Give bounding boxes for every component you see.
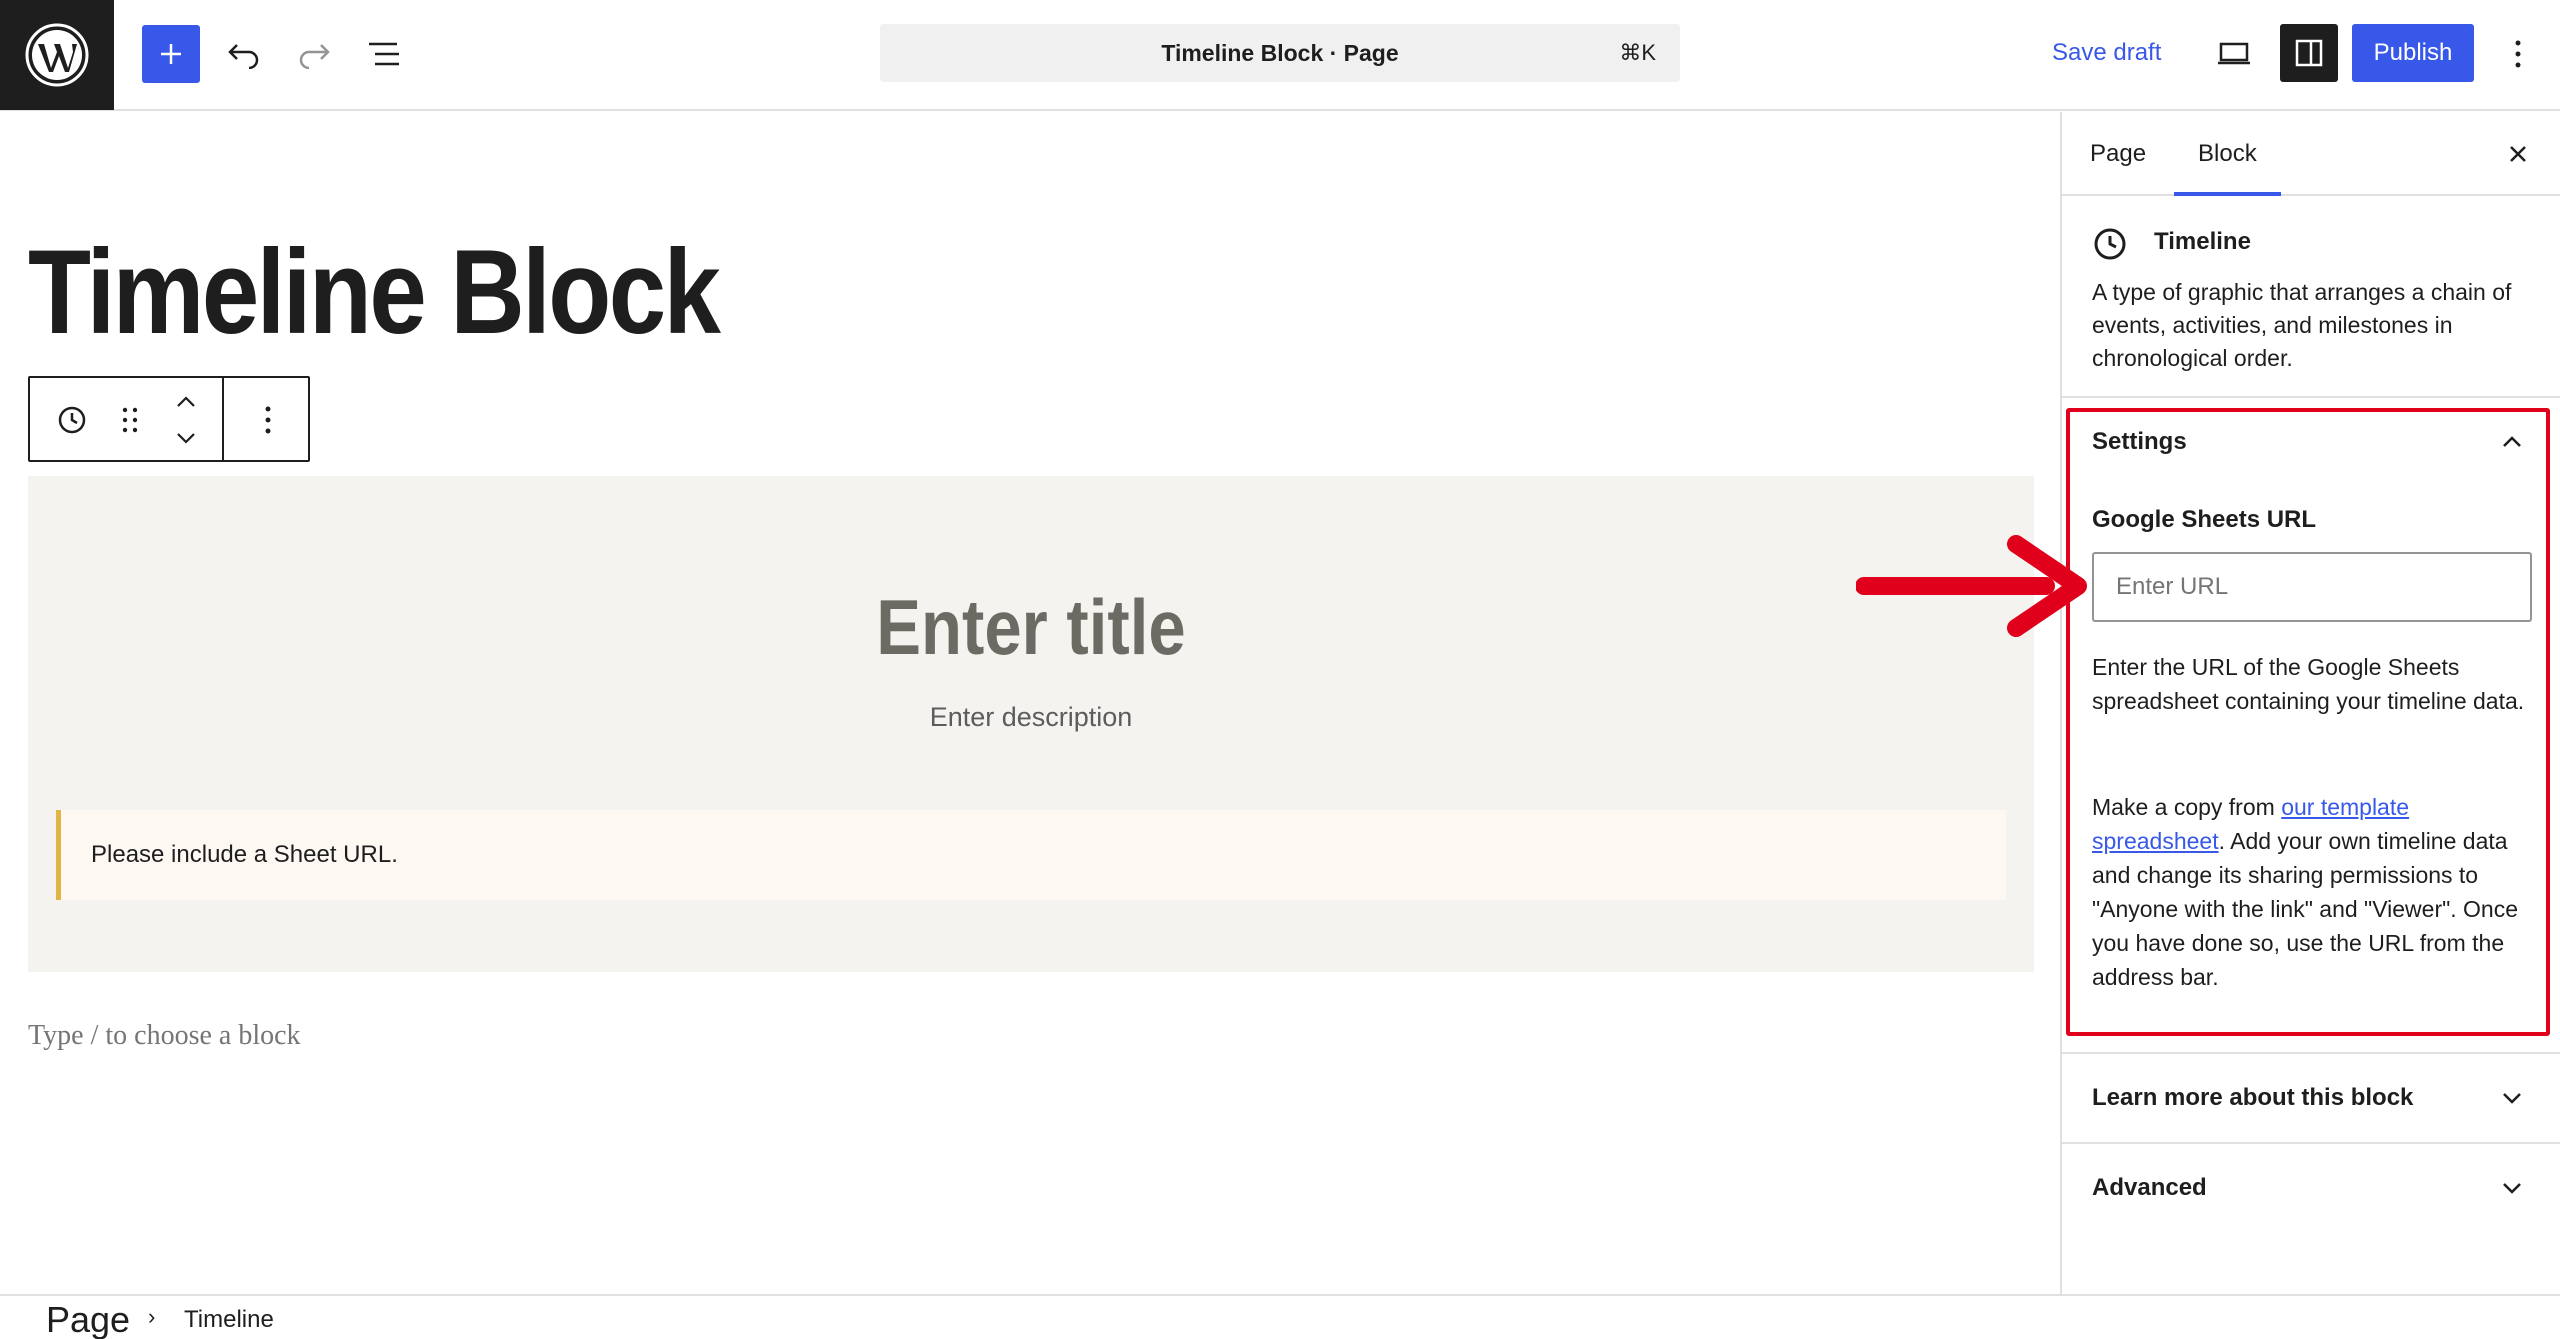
move-down-button[interactable]	[164, 422, 208, 454]
options-button[interactable]	[2490, 26, 2546, 82]
tab-block[interactable]: Block	[2174, 112, 2281, 196]
breadcrumb-item[interactable]: Timeline	[184, 1306, 274, 1334]
settings-panel: Settings Google Sheets URL Enter the URL…	[2062, 400, 2560, 1046]
chevron-up-icon	[177, 396, 195, 407]
learn-more-panel-title: Learn more about this block	[2092, 1084, 2414, 1111]
block-options-button[interactable]	[246, 398, 290, 442]
template-help-prefix: Make a copy from	[2092, 794, 2282, 820]
command-shortcut: ⌘K	[1619, 40, 1656, 65]
add-block-button[interactable]	[142, 25, 200, 83]
desktop-icon	[2218, 42, 2250, 65]
preview-button[interactable]	[2206, 26, 2262, 82]
list-view-icon	[369, 42, 399, 66]
wordpress-logo-icon[interactable]	[0, 0, 114, 110]
undo-icon	[228, 44, 259, 69]
google-sheets-url-label: Google Sheets URL	[2092, 506, 2317, 533]
sidebar-icon	[2295, 39, 2323, 67]
close-icon	[2510, 146, 2526, 162]
settings-toggle-button[interactable]	[2280, 24, 2338, 82]
tab-page[interactable]: Page	[2090, 112, 2146, 196]
learn-more-panel[interactable]: Learn more about this block	[2062, 1052, 2560, 1140]
block-card-title: Timeline	[2154, 228, 2251, 255]
redo-icon	[299, 44, 330, 69]
block-appender[interactable]: Type / to choose a block	[28, 1020, 301, 1052]
collapse-settings-button[interactable]	[2490, 420, 2534, 464]
block-toolbar	[28, 376, 310, 462]
expand-advanced-button[interactable]	[2490, 1166, 2534, 1210]
more-vertical-icon	[2515, 40, 2521, 68]
advanced-panel-title: Advanced	[2092, 1174, 2207, 1201]
expand-learn-more-button[interactable]	[2490, 1076, 2534, 1120]
warning-notice: Please include a Sheet URL.	[56, 810, 2006, 900]
timeline-description-field[interactable]: Enter description	[28, 702, 2034, 733]
block-type-button[interactable]	[50, 398, 94, 442]
command-center[interactable]: Timeline Block · Page ⌘K	[880, 24, 1680, 82]
timeline-block[interactable]: Enter title Enter description Please inc…	[28, 476, 2034, 972]
block-card: Timeline A type of graphic that arranges…	[2062, 198, 2560, 398]
sidebar-tabs: Page Block	[2062, 112, 2560, 196]
toolbar-divider	[222, 378, 224, 460]
annotation-arrow-icon	[1856, 535, 2087, 637]
template-help-text: Make a copy from our template spreadshee…	[2092, 790, 2532, 994]
more-vertical-icon	[265, 406, 271, 434]
clock-icon	[2094, 228, 2126, 260]
document-title: Timeline Block · Page	[1161, 40, 1399, 66]
drag-handle-icon	[122, 407, 138, 433]
editor-header: Timeline Block · Page ⌘K Save draft Publ…	[0, 0, 2560, 111]
publish-button[interactable]: Publish	[2352, 24, 2474, 82]
notice-text: Please include a Sheet URL.	[91, 841, 398, 868]
editor-canvas: Timeline Block Enter title Enter descrip…	[0, 112, 2060, 1294]
settings-sidebar: Page Block Timeline A type of graphic th…	[2060, 112, 2560, 1294]
chevron-down-icon	[2503, 1093, 2521, 1104]
advanced-panel[interactable]: Advanced	[2062, 1142, 2560, 1230]
settings-panel-title[interactable]: Settings	[2092, 428, 2187, 456]
block-card-description: A type of graphic that arranges a chain …	[2092, 279, 2512, 371]
undo-button[interactable]	[216, 26, 272, 82]
google-sheets-url-input[interactable]	[2092, 552, 2532, 622]
plus-icon	[161, 44, 181, 64]
document-overview-button[interactable]	[356, 26, 412, 82]
redo-button[interactable]	[286, 26, 342, 82]
chevron-up-icon	[2503, 436, 2521, 447]
url-help-text: Enter the URL of the Google Sheets sprea…	[2092, 654, 2525, 714]
chevron-down-icon	[177, 433, 195, 444]
drag-handle[interactable]	[112, 398, 148, 442]
clock-icon	[58, 406, 86, 434]
timeline-title-field[interactable]: Enter title	[168, 588, 1893, 666]
breadcrumb-root[interactable]: Page	[46, 1298, 130, 1339]
close-sidebar-button[interactable]	[2496, 132, 2540, 176]
move-up-button[interactable]	[164, 386, 208, 418]
chevron-right-icon: ›	[148, 1304, 156, 1329]
save-draft-button[interactable]: Save draft	[2052, 24, 2161, 82]
chevron-down-icon	[2503, 1183, 2521, 1194]
page-title[interactable]: Timeline Block	[28, 232, 721, 352]
breadcrumb-bar: Page › Timeline	[0, 1294, 2560, 1339]
